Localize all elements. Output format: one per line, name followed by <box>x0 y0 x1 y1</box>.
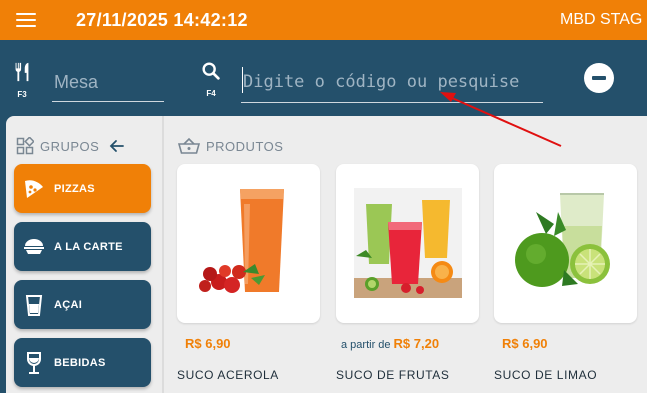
group-label: PIZZAS <box>54 182 95 195</box>
search-shortcut-key: F4 <box>206 89 216 98</box>
pizza-icon <box>14 177 54 201</box>
content-panel: GRUPOS PIZZAS A LA CARTE AÇAI BEBIDAS PR… <box>6 116 647 393</box>
lime-juice-image <box>515 193 610 287</box>
group-item-pizzas[interactable]: PIZZAS <box>14 164 151 213</box>
product-price-suco-de-limao: R$ 6,90 <box>502 336 548 351</box>
product-card-suco-acerola[interactable] <box>177 164 320 323</box>
products-title: PRODUTOS <box>206 138 284 154</box>
search-shortcut[interactable]: F4 <box>199 60 223 98</box>
product-price-suco-acerola: R$ 6,90 <box>185 336 231 351</box>
product-name: SUCO ACEROLA <box>177 368 279 382</box>
product-name: SUCO DE FRUTAS <box>336 368 450 382</box>
station-name: MBD STAG <box>560 11 643 28</box>
top-bar: 27/11/2025 14:42:12 MBD STAG <box>0 0 647 40</box>
group-item-bebidas[interactable]: BEBIDAS <box>14 338 151 387</box>
basket-icon <box>178 137 200 154</box>
text-cursor <box>242 67 243 93</box>
search-icon <box>202 62 220 80</box>
group-label: AÇAI <box>54 298 83 311</box>
utensils-icon <box>15 62 29 82</box>
group-label: BEBIDAS <box>54 356 106 369</box>
product-search-input[interactable] <box>241 62 543 103</box>
group-item-a-la-carte[interactable]: A LA CARTE <box>14 222 151 271</box>
hamburger-menu-icon[interactable] <box>16 12 38 28</box>
product-card-suco-de-frutas[interactable] <box>336 164 479 323</box>
table-number-input[interactable] <box>52 64 164 102</box>
table-shortcut-key: F3 <box>17 90 27 99</box>
products-header: PRODUTOS <box>178 136 283 156</box>
groups-header: GRUPOS <box>16 136 125 156</box>
arrow-back-icon[interactable] <box>109 138 125 154</box>
groups-panel: GRUPOS PIZZAS A LA CARTE AÇAI BEBIDAS <box>6 116 164 393</box>
table-shortcut[interactable]: F3 <box>10 61 34 99</box>
groups-title: GRUPOS <box>40 138 100 154</box>
product-name: SUCO DE LIMAO <box>494 368 598 382</box>
wine-glass-icon <box>14 351 54 375</box>
product-card-suco-de-limao[interactable] <box>494 164 637 323</box>
food-bowl-icon <box>14 236 54 258</box>
datetime-display: 27/11/2025 14:42:12 <box>76 10 248 30</box>
group-label: A LA CARTE <box>54 240 123 253</box>
fruit-juices-image <box>354 188 462 298</box>
product-price-suco-de-frutas: a partir de R$ 7,20 <box>341 336 440 351</box>
search-bar: F3 F4 <box>0 40 647 116</box>
grid-icon <box>16 137 34 155</box>
group-item-acai[interactable]: AÇAI <box>14 280 151 329</box>
acerola-juice-image <box>199 189 284 293</box>
cup-icon <box>14 293 54 317</box>
minus-circle-icon[interactable] <box>584 63 614 93</box>
